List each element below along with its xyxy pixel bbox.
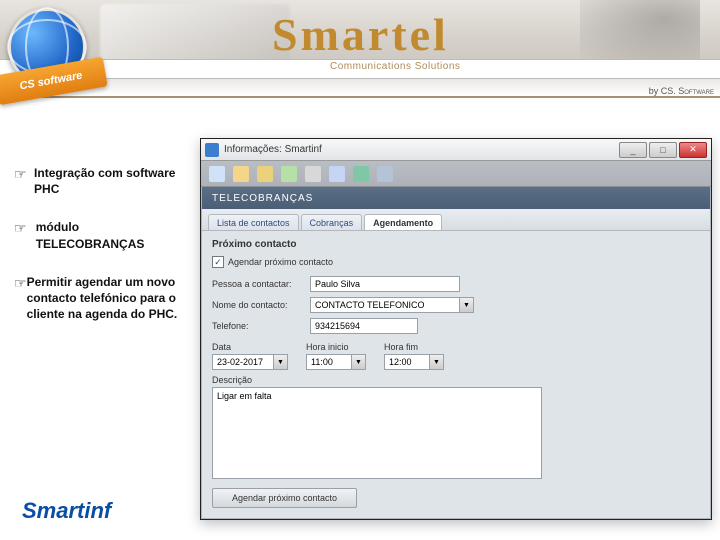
toolbar-open-icon[interactable] xyxy=(257,166,273,182)
list-item: ☞ Integração com software PHC xyxy=(14,165,189,197)
pessoa-label: Pessoa a contactar: xyxy=(212,279,310,289)
section-header: TELECOBRANÇAS xyxy=(202,187,710,209)
feature-list: ☞ Integração com software PHC ☞ módulo T… xyxy=(14,165,189,344)
banner-tagline: Communications Solutions xyxy=(330,61,460,72)
tabs: Lista de contactos Cobranças Agendamento xyxy=(202,209,710,231)
data-label: Data xyxy=(212,342,288,352)
header-banner: Smartel Communications Solutions by CS. … xyxy=(0,0,720,98)
banner-deco-left xyxy=(100,4,290,66)
close-button[interactable]: ✕ xyxy=(679,142,707,158)
banner-deco-right xyxy=(580,0,700,62)
form-title: Próximo contacto xyxy=(212,239,700,250)
toolbar-refresh-icon[interactable] xyxy=(209,166,225,182)
byline-prefix: by xyxy=(649,86,659,96)
brand-wordmark: Smartel xyxy=(272,8,449,61)
maximize-button[interactable]: □ xyxy=(649,142,677,158)
hora-inicio-label: Hora inicio xyxy=(306,342,366,352)
tab-lista-contactos[interactable]: Lista de contactos xyxy=(208,214,299,230)
toolbar-new-icon[interactable] xyxy=(233,166,249,182)
hora-inicio-input[interactable] xyxy=(306,354,352,370)
window-titlebar[interactable]: Informações: Smartinf _ □ ✕ xyxy=(201,139,711,161)
app-body: TELECOBRANÇAS Lista de contactos Cobranç… xyxy=(201,187,711,519)
app-icon xyxy=(205,143,219,157)
pointer-icon: ☞ xyxy=(14,275,27,323)
tab-cobrancas[interactable]: Cobranças xyxy=(301,214,363,230)
telefone-label: Telefone: xyxy=(212,321,310,331)
agendar-button[interactable]: Agendar próximo contacto xyxy=(212,488,357,508)
descricao-label: Descrição xyxy=(212,375,700,385)
data-input[interactable] xyxy=(212,354,274,370)
pointer-icon: ☞ xyxy=(14,166,34,197)
descricao-textarea[interactable] xyxy=(212,387,542,479)
nome-label: Nome do contacto: xyxy=(212,300,310,310)
schedule-checkbox-row[interactable]: ✓ Agendar próximo contacto xyxy=(212,256,700,268)
minimize-button[interactable]: _ xyxy=(619,142,647,158)
form-area: Próximo contacto ✓ Agendar próximo conta… xyxy=(202,231,710,518)
toolbar-save-icon[interactable] xyxy=(281,166,297,182)
toolbar-search-icon[interactable] xyxy=(329,166,345,182)
pointer-icon: ☞ xyxy=(14,220,36,251)
tab-agendamento[interactable]: Agendamento xyxy=(364,214,442,230)
hora-fim-label: Hora fim xyxy=(384,342,444,352)
page-title: Smartinf xyxy=(22,498,111,524)
hora-fim-input[interactable] xyxy=(384,354,430,370)
list-item-text: módulo TELECOBRANÇAS xyxy=(36,219,189,251)
chevron-down-icon[interactable]: ▼ xyxy=(460,297,474,313)
company-logo: CS software xyxy=(8,8,116,116)
chevron-down-icon[interactable]: ▼ xyxy=(352,354,366,370)
chevron-down-icon[interactable]: ▼ xyxy=(274,354,288,370)
chevron-down-icon[interactable]: ▼ xyxy=(430,354,444,370)
list-item-text: Integração com software PHC xyxy=(34,165,189,197)
window-controls: _ □ ✕ xyxy=(619,142,707,158)
schedule-checkbox-label: Agendar próximo contacto xyxy=(228,257,333,267)
toolbar-help-icon[interactable] xyxy=(377,166,393,182)
window-title: Informações: Smartinf xyxy=(224,144,322,155)
schedule-checkbox[interactable]: ✓ xyxy=(212,256,224,268)
nome-select[interactable] xyxy=(310,297,460,313)
list-item: ☞ Permitir agendar um novo contacto tele… xyxy=(14,274,189,323)
toolbar-print-icon[interactable] xyxy=(305,166,321,182)
toolbar xyxy=(201,161,711,187)
banner-byline: by CS. Software xyxy=(649,86,714,96)
telefone-input[interactable] xyxy=(310,318,418,334)
toolbar-options-icon[interactable] xyxy=(353,166,369,182)
app-window: Informações: Smartinf _ □ ✕ TELECOBRANÇA… xyxy=(200,138,712,520)
byline-company: CS. Software xyxy=(661,86,714,96)
pessoa-input[interactable] xyxy=(310,276,460,292)
list-item-text: Permitir agendar um novo contacto telefó… xyxy=(27,274,189,323)
list-item: ☞ módulo TELECOBRANÇAS xyxy=(14,219,189,251)
titlebar-left: Informações: Smartinf xyxy=(205,143,322,157)
